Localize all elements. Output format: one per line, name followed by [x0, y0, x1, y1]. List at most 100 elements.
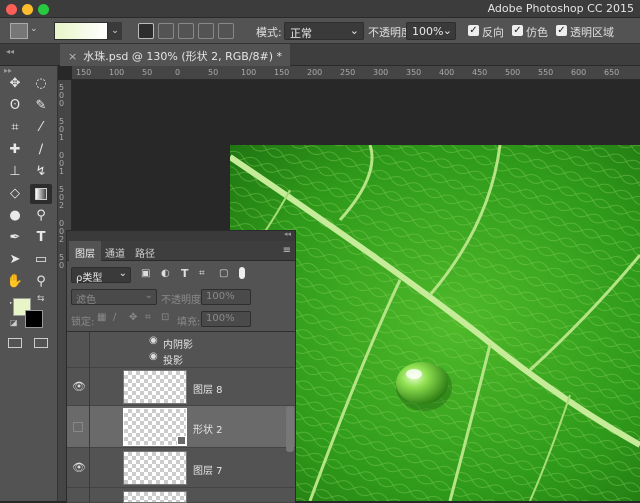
layer-name: 形状 2 [193, 425, 223, 436]
close-tab-icon[interactable]: × [68, 50, 77, 63]
minimize-window-button[interactable] [22, 4, 33, 15]
document-tab[interactable]: × 水珠.psd @ 130% (形状 2, RGB/8#) * [60, 44, 291, 66]
effect-drop-shadow: 投影 [163, 356, 183, 367]
screen-mode-icon[interactable] [34, 338, 48, 348]
zoom-tool-icon[interactable]: ⚲ [30, 272, 52, 292]
quick-mask-icon[interactable] [8, 338, 22, 348]
default-colors-icon[interactable]: ◪ [10, 318, 18, 327]
tab-layers[interactable]: 图层 [69, 241, 101, 261]
layer-list: ◉ 内阴影 ◉ 投影 👁 图层 8 形状 2 👁 图层 7 [67, 331, 295, 503]
marquee-tool-icon[interactable]: ◌ [30, 74, 52, 94]
transparency-label: 透明区域 [570, 26, 614, 39]
layer-visibility-eye-icon[interactable]: 👁 [72, 461, 86, 474]
rectangle-tool-icon[interactable]: ▭ [30, 250, 52, 270]
layer-effects-row[interactable]: ◉ 内阴影 ◉ 投影 [67, 332, 295, 368]
lock-artboard-icon[interactable]: ⌗ [145, 312, 151, 323]
filter-adjustment-icon[interactable]: ◐ [161, 268, 170, 279]
angle-gradient-button[interactable] [178, 23, 194, 39]
history-brush-tool-icon[interactable]: ↯ [30, 162, 52, 182]
layer-row[interactable]: 👁 图层 7 [67, 448, 295, 488]
effect-inner-shadow: 内阴影 [163, 340, 193, 351]
path-selection-tool-icon[interactable]: ➤ [4, 250, 26, 270]
gradient-tool-icon[interactable] [30, 184, 52, 204]
tab-paths[interactable]: 路径 [129, 241, 161, 261]
collapse-icon[interactable]: ◂◂ [6, 47, 14, 56]
fill-value: 100% [206, 313, 235, 324]
filter-type-icon[interactable]: T [181, 267, 189, 280]
ruler-tick-label: 500 [505, 68, 521, 77]
effect-visibility-eye-icon[interactable]: ◉ [149, 351, 158, 362]
filter-shape-icon[interactable]: ⌗ [199, 268, 205, 279]
panel-header[interactable]: ◂◂ [67, 230, 295, 241]
layer-visibility-eye-icon[interactable]: 👁 [72, 380, 86, 393]
fill-input[interactable]: 100% [201, 311, 251, 327]
ruler-tick-label: 2 [59, 201, 65, 210]
mode-select[interactable]: 正常 ⌄ [284, 22, 364, 40]
swap-colors-icon[interactable]: ⇆ [37, 294, 45, 304]
lock-transparent-icon[interactable]: ▦ [97, 312, 106, 323]
layer-name: 图层 8 [193, 385, 223, 396]
lock-label: 锁定: [71, 317, 95, 328]
crop-tool-icon[interactable]: ⌗ [4, 118, 26, 138]
reflected-gradient-button[interactable] [198, 23, 214, 39]
gradient-swatch[interactable] [54, 22, 108, 40]
tool-preset-icon[interactable] [10, 23, 28, 39]
background-color-swatch[interactable] [25, 310, 43, 328]
filter-toggle-icon[interactable] [239, 267, 245, 279]
move-tool-icon[interactable]: ✥ [4, 74, 26, 94]
filter-smart-object-icon[interactable]: ▢ [219, 268, 228, 279]
lock-all-icon[interactable]: ⊡ [161, 312, 169, 323]
gradient-picker-chevron-icon[interactable]: ⌄ [108, 22, 122, 40]
clone-stamp-tool-icon[interactable]: ⊥ [4, 162, 26, 182]
layer-opacity-label: 不透明度: [161, 295, 205, 306]
lock-position-icon[interactable]: ✥ [129, 312, 137, 323]
ruler-tick-label: 350 [406, 68, 422, 77]
collapse-panel-icon[interactable]: ◂◂ [284, 230, 291, 238]
ruler-tick-label: 50 [208, 68, 219, 77]
reverse-checkbox[interactable]: ✓ [468, 25, 479, 36]
mode-value: 正常 [290, 27, 312, 40]
blend-mode-select[interactable]: 滤色 ⌄ [71, 289, 157, 306]
dither-checkbox[interactable]: ✓ [512, 25, 523, 36]
transparency-checkbox[interactable]: ✓ [556, 25, 567, 36]
layer-visibility-off-icon[interactable] [73, 422, 83, 432]
healing-brush-tool-icon[interactable]: ✚ [4, 140, 26, 160]
layer-row[interactable]: 👁 图层 8 [67, 368, 295, 406]
lasso-tool-icon[interactable]: ʘ [4, 96, 26, 116]
app-title: Adobe Photoshop CC 2015 [487, 2, 634, 15]
diamond-gradient-button[interactable] [218, 23, 234, 39]
blur-tool-icon[interactable]: ● [4, 206, 26, 226]
ruler-tick-label: 100 [109, 68, 125, 77]
filter-type-select[interactable]: ρ类型 ⌄ [71, 267, 131, 284]
water-droplet [396, 362, 448, 404]
zoom-window-button[interactable] [38, 4, 49, 15]
type-tool-icon[interactable]: T [30, 228, 52, 248]
dodge-tool-icon[interactable]: ⚲ [30, 206, 52, 226]
effect-visibility-eye-icon[interactable]: ◉ [149, 335, 158, 346]
filter-pixel-icon[interactable]: ▣ [141, 268, 150, 279]
tools-panel: ▸▸ ✥ ◌ ʘ ✎ ⌗ ⁄ ✚ ∕ ⊥ ↯ ◇ ● ⚲ ✒ T ➤ ▭ ✋ ⚲… [0, 66, 58, 501]
quick-select-tool-icon[interactable]: ✎ [30, 96, 52, 116]
eyedropper-tool-icon[interactable]: ⁄ [30, 118, 52, 138]
document-tab-bar: ◂◂ × 水珠.psd @ 130% (形状 2, RGB/8#) * [0, 44, 640, 66]
lock-image-icon[interactable]: ∕ [113, 312, 116, 323]
pen-tool-icon[interactable]: ✒ [4, 228, 26, 248]
tab-channels[interactable]: 通道 [99, 241, 131, 261]
layer-opacity-value: 100% [206, 291, 235, 302]
radial-gradient-button[interactable] [158, 23, 174, 39]
layer-opacity-input[interactable]: 100% [201, 289, 251, 305]
layer-row-selected[interactable]: 形状 2 [67, 406, 295, 448]
layer-list-scrollbar[interactable] [286, 406, 294, 452]
panel-menu-icon[interactable]: ≡ [283, 245, 291, 256]
mode-label: 模式: [256, 26, 282, 39]
close-window-button[interactable] [6, 4, 17, 15]
ruler-tick-label: 100 [241, 68, 257, 77]
horizontal-ruler: 150 100 50 0 50 100 150 200 250 300 350 400 450 500 55… [72, 66, 640, 80]
opacity-input[interactable]: 100% ⌄ [406, 22, 456, 40]
brush-tool-icon[interactable]: ∕ [30, 140, 52, 160]
eraser-tool-icon[interactable]: ◇ [4, 184, 26, 204]
hand-tool-icon[interactable]: ✋ [4, 272, 26, 292]
linear-gradient-button[interactable] [138, 23, 154, 39]
chevron-down-icon[interactable]: ⌄ [30, 24, 38, 34]
ruler-tick-label: 650 [604, 68, 620, 77]
